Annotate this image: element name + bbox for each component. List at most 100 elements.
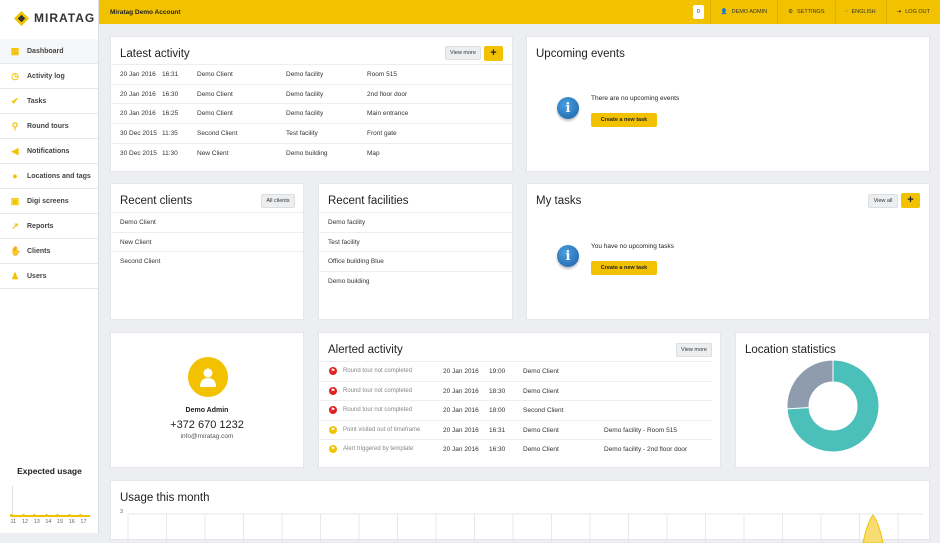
table-cell: 16:31 [162,71,179,78]
add-task-button[interactable]: + [901,193,920,208]
create-task-button[interactable]: Create a new task [591,113,657,127]
alert-client: Demo Client [523,426,559,434]
logout-icon: ⇥ [896,9,902,15]
sidebar-item-notifications[interactable]: ◀ Notifications [0,139,98,164]
expected-usage-ticks: 11 12 13 14 15 16 17 [9,519,88,525]
no-tasks-message: You have no upcoming tasks [591,243,674,250]
table-cell: Demo Client [197,71,233,78]
sidebar-item-activity-log[interactable]: ◷ Activity log [0,64,98,89]
view-all-tasks-button[interactable]: View all [868,194,898,208]
sidebar-item-label: Notifications [27,147,70,155]
location-statistics-card: Location statistics [735,332,930,468]
table-cell: Front gate [367,130,397,138]
all-clients-button[interactable]: All clients [261,194,295,208]
sidebar-item-digi-screens[interactable]: ▣ Digi screens [0,189,98,214]
sidebar-item-label: Dashboard [27,47,64,55]
expected-usage-chart-area [12,486,90,516]
expected-usage-dots [10,514,82,517]
sidebar-item-dashboard[interactable]: ▦ Dashboard [0,39,98,64]
upcoming-events-title: Upcoming events [536,48,625,60]
alert-date: 20 Jan 2016 [443,407,479,415]
alert-location: Demo facility - 2nd floor door [604,446,688,454]
my-tasks-title: My tasks [536,195,582,207]
list-item[interactable]: New Client [111,231,303,252]
globe-icon: ◦ [845,9,848,15]
table-row[interactable]: ⚑ Round tour not completed 20 Jan 2016 18:3… [319,380,712,401]
language-selector[interactable]: ◦ ENGLISH [834,0,886,24]
sidebar-item-locations-and-tags[interactable]: ● Locations and tags [0,164,98,189]
table-row[interactable]: 20 Jan 2016 16:31 Demo Client Demo facility… [111,64,512,84]
table-cell: 20 Jan 2016 [120,71,156,78]
sidebar-item-label: Users [27,272,47,280]
flag-icon: ⚑ [329,367,337,375]
alert-time: 16:30 [489,446,506,454]
donut-slice[interactable] [786,359,834,410]
view-more-button[interactable]: View more [445,46,481,60]
sidebar-item-round-tours[interactable]: ⚲ Round tours [0,114,98,139]
chart-icon: ↗ [11,221,19,231]
user-name: DEMO ADMIN [731,9,768,15]
view-more-alerts-button[interactable]: View more [676,343,712,357]
create-task-button[interactable]: Create a new task [591,261,657,275]
facility-name: Test facility [328,238,360,246]
location-donut-chart [786,359,880,453]
gear-icon: ⚙ [788,9,793,15]
handshake-icon: ✋ [10,246,22,256]
alert-date: 20 Jan 2016 [443,446,479,454]
flag-icon: ⚑ [329,425,337,434]
account-name: Miratag Demo Account [110,8,181,16]
user-icon [200,368,216,387]
clock-icon: ◷ [11,71,19,81]
alert-text: Alert triggered by template [343,446,414,453]
table-cell: Second Client [197,130,238,138]
miratag-logo-icon [14,10,29,26]
list-item[interactable]: Office building Blue [319,251,512,271]
table-row[interactable]: 30 Dec 2015 11:35 Second Client Test facili… [111,123,512,143]
table-row[interactable]: 30 Dec 2015 11:30 New Client Demo building M… [111,142,512,163]
table-cell: 11:35 [162,130,178,138]
table-cell: Demo building [286,149,328,157]
alerted-activity-title: Alerted activity [328,344,403,356]
language-label: ENGLISH [851,9,876,15]
list-item[interactable]: Test facility [319,231,512,252]
logo[interactable]: MIRATAG [0,0,98,36]
logout-button[interactable]: ⇥ LOG OUT [885,0,940,24]
flag-icon: ⚑ [329,406,337,415]
table-row[interactable]: ⚑ Point visited out of timeframe 20 Jan 20… [319,419,712,440]
recent-facilities-title: Recent facilities [328,195,409,207]
logout-label: LOG OUT [905,9,930,15]
alert-client: Demo Client [523,446,559,454]
sidebar-item-label: Activity log [27,72,65,80]
check-icon: ✔ [11,96,19,106]
upcoming-events-card: Upcoming events i There are no upcoming … [526,36,930,172]
table-row[interactable]: ⚑ Alert triggered by template 20 Jan 2016 1… [319,439,712,459]
table-cell: Demo facility [286,71,324,78]
sidebar: MIRATAG ▦ Dashboard ◷ Activity log ✔ Tasks … [0,0,99,533]
table-row[interactable]: 20 Jan 2016 16:30 Demo Client Demo facility… [111,83,512,104]
add-activity-button[interactable]: + [484,46,503,61]
profile-email[interactable]: info@miratag.com [111,433,303,440]
tick-label: 13 [33,519,40,525]
tick-label: 14 [45,519,52,525]
settings-button[interactable]: ⚙ SETTINGS [777,0,834,24]
list-item[interactable]: Second Client [111,251,303,271]
table-row[interactable]: 20 Jan 2016 16:25 Demo Client Demo facility… [111,103,512,123]
flag-icon: ⚑ [329,445,337,454]
user-menu[interactable]: 👤 DEMO ADMIN [709,0,777,24]
table-cell: Demo facility [286,90,324,98]
table-row[interactable]: ⚑ Round tour not completed 20 Jan 2016 19:0… [319,361,712,381]
sidebar-item-label: Digi screens [27,197,69,205]
client-name: New Client [120,238,152,246]
list-item[interactable]: Demo facility [319,212,512,232]
sidebar-item-clients[interactable]: ✋ Clients [0,239,98,264]
list-item[interactable]: Demo building [319,270,512,291]
alert-time: 18:00 [489,407,506,415]
sidebar-item-users[interactable]: ♟ Users [0,264,98,289]
table-row[interactable]: ⚑ Round tour not completed 20 Jan 2016 18:0… [319,400,712,420]
expected-usage-title: Expected usage [17,466,82,476]
notification-badge[interactable]: 0 [692,5,704,19]
alert-text: Point visited out of timeframe [343,426,421,433]
sidebar-item-reports[interactable]: ↗ Reports [0,214,98,239]
sidebar-item-tasks[interactable]: ✔ Tasks [0,89,98,114]
list-item[interactable]: Demo Client [111,212,303,232]
